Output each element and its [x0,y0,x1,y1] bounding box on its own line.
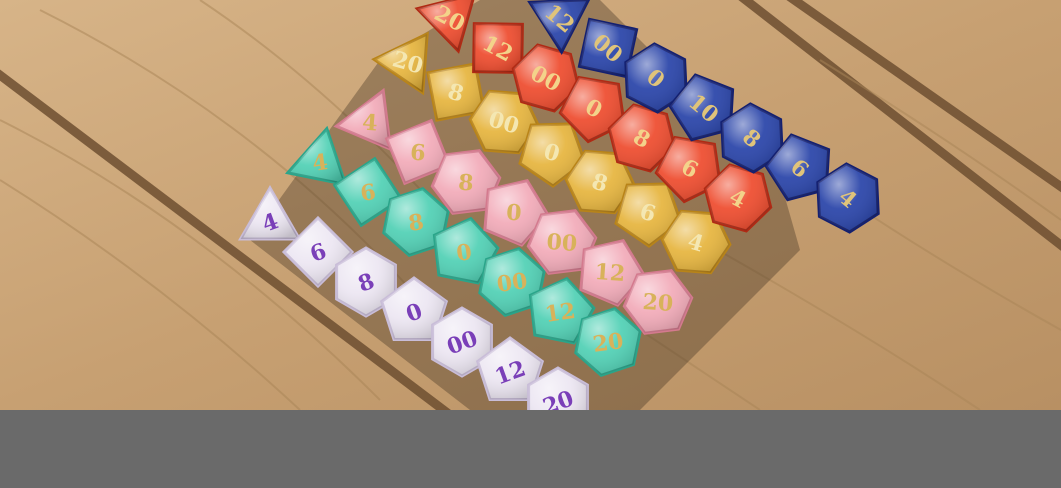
bottom-bar [0,410,1061,488]
die-number: 00 [495,268,529,298]
photo-canvas: 4680001220468000122046800012202080008642… [0,0,1061,410]
die-number: 8 [457,169,474,196]
die-number: 12 [543,298,577,328]
die-number: 20 [642,289,674,317]
die-number: 12 [594,259,626,287]
dice-photo: 4 6 8 0 00 12 20 4 6 8 0 00 12 20 4 6 8 0 00 12 20 20 8 00 0 8 6 4 2… [0,0,1061,410]
die-number: 6 [409,139,426,166]
die-number: 00 [546,229,578,257]
die-number: 4 [361,109,378,136]
die-number: 0 [505,199,522,226]
die-number: 20 [591,328,625,358]
